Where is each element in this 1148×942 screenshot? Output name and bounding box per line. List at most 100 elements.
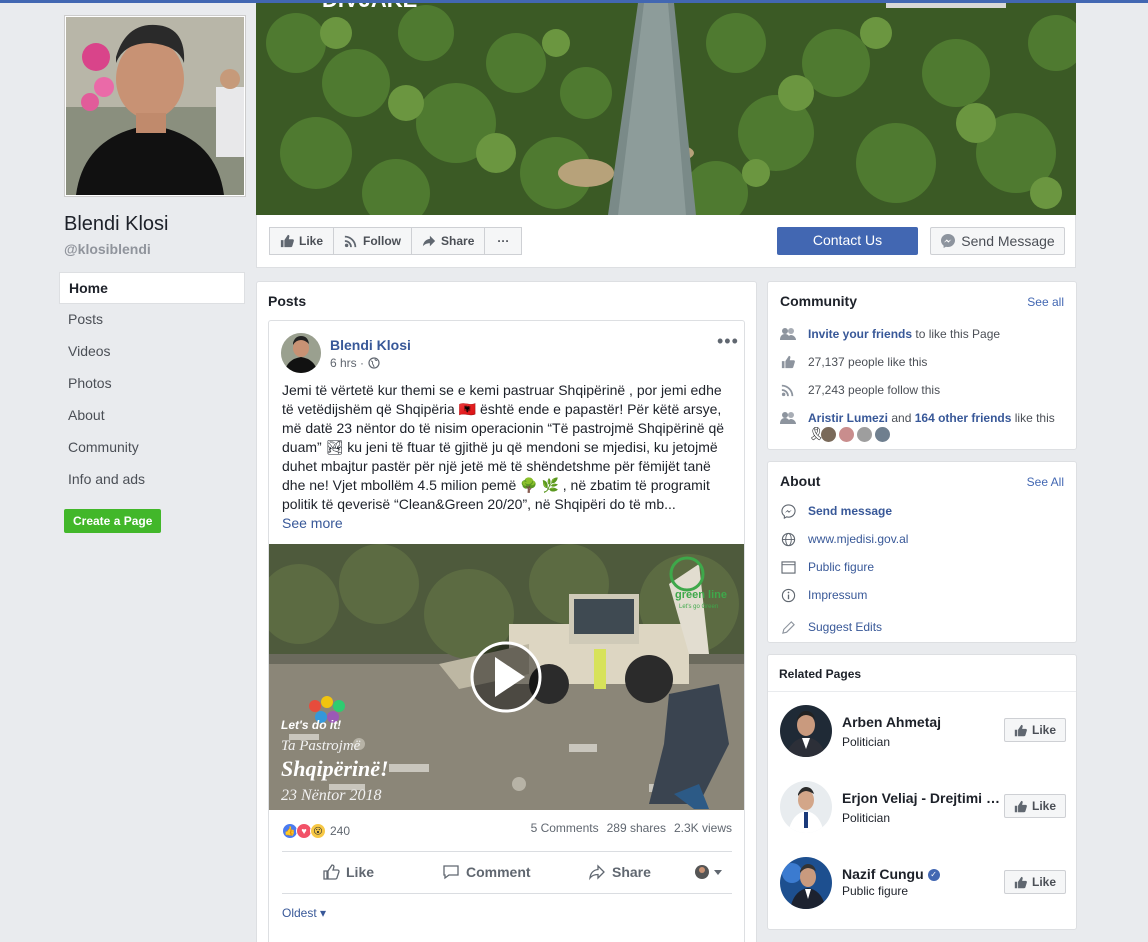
- post-body-text: Jemi të vërtetë kur themi se e kemi past…: [282, 382, 725, 512]
- related-page-avatar[interactable]: [780, 857, 832, 909]
- comment-bubble-icon: [443, 865, 459, 880]
- post-video[interactable]: green line Let's go Green Let's do it! T…: [269, 544, 744, 810]
- nav-item-posts[interactable]: Posts: [59, 304, 245, 336]
- about-send-message-link[interactable]: Send message: [808, 504, 892, 518]
- info-icon: [780, 587, 796, 603]
- related-page-name[interactable]: Nazif Cungu ✓: [842, 866, 940, 882]
- related-page-name[interactable]: Arben Ahmetaj: [842, 714, 941, 730]
- suggest-edits-link[interactable]: Suggest Edits: [808, 620, 882, 634]
- post-author-avatar[interactable]: [281, 333, 321, 373]
- video-overlay-line3: 23 Nëntor 2018: [281, 787, 381, 804]
- related-page-name[interactable]: Erjon Veliaj - Drejtimi i Ri: [842, 790, 1002, 806]
- related-page-like-label: Like: [1031, 875, 1056, 889]
- friends-and-text: and: [888, 411, 915, 425]
- related-page-item: Erjon Veliaj - Drejtimi i Ri Politician …: [780, 781, 1066, 833]
- see-more-link[interactable]: See more: [282, 515, 343, 531]
- post-comment-button[interactable]: Comment: [442, 863, 531, 881]
- globe-icon: [780, 531, 796, 547]
- page-name[interactable]: Blendi Klosi: [64, 213, 169, 236]
- related-page-like-button[interactable]: Like: [1004, 718, 1066, 742]
- video-lets-do-it-text: Let's do it!: [281, 718, 341, 732]
- reaction-icons[interactable]: 👍 ♥ 😮: [282, 823, 326, 839]
- nav-item-videos[interactable]: Videos: [59, 336, 245, 368]
- video-thumbnail: green line Let's go Green Let's do it! T…: [269, 544, 744, 810]
- cover-title-text: DIVJAKE: [322, 3, 417, 12]
- comment-sort-dropdown[interactable]: Oldest ▾: [282, 906, 326, 920]
- thumbs-up-icon: [1014, 876, 1027, 888]
- comments-count[interactable]: 5 Comments: [531, 821, 599, 835]
- follows-row: 27,243 people follow this: [780, 382, 940, 398]
- invite-friends-row: Invite your friends to like this Page: [780, 326, 1000, 342]
- impressum-row: Impressum: [780, 587, 867, 603]
- website-link[interactable]: www.mjedisi.gov.al: [808, 532, 908, 546]
- page-share-label: Share: [441, 234, 475, 248]
- related-page-category: Politician: [842, 811, 891, 825]
- contact-us-button[interactable]: Contact Us: [777, 227, 918, 255]
- posts-section: Posts Blendi Klosi 6 hrs · ••• Jemi të v…: [256, 281, 757, 942]
- divider: [768, 691, 1076, 692]
- friend-avatar[interactable]: [839, 427, 854, 442]
- verified-badge-icon: ✓: [927, 869, 940, 882]
- about-box: About See All Send message www.mjedisi.g…: [767, 461, 1077, 643]
- page-more-button[interactable]: ···: [484, 227, 523, 255]
- pencil-icon: [780, 619, 796, 635]
- messenger-icon: [780, 503, 796, 519]
- related-page-like-label: Like: [1031, 799, 1056, 813]
- page-like-label: Like: [299, 234, 324, 248]
- globe-icon: [368, 357, 380, 369]
- post-actions: Like Comment Share: [282, 853, 732, 891]
- likes-count-text: 27,137 people like this: [808, 355, 928, 369]
- post-share-button[interactable]: Share: [588, 863, 651, 881]
- other-friends-link[interactable]: 164 other friends: [915, 411, 1012, 425]
- flag-category-icon: [780, 559, 796, 575]
- reaction-summary: 👍 ♥ 😮 240 5 Comments 289 shares 2.3K vie…: [282, 821, 732, 841]
- nav-item-community[interactable]: Community: [59, 432, 245, 464]
- messenger-icon: [941, 234, 956, 248]
- nav-item-about[interactable]: About: [59, 400, 245, 432]
- related-page-like-button[interactable]: Like: [1004, 794, 1066, 818]
- friend-avatar[interactable]: [875, 427, 890, 442]
- nav-item-home[interactable]: Home: [59, 272, 245, 304]
- category-row: Public figure: [780, 559, 874, 575]
- page-handle[interactable]: @klosiblendi: [64, 241, 151, 257]
- nav-item-info-and-ads[interactable]: Info and ads: [59, 464, 245, 496]
- friends-like-row: Aristir Lumezi and 164 other friends lik…: [780, 410, 1055, 426]
- shares-count[interactable]: 289 shares: [607, 821, 666, 835]
- cover-photo[interactable]: DIVJAKE: [256, 3, 1076, 215]
- about-see-all-link[interactable]: See All: [1027, 475, 1064, 489]
- page-follow-button[interactable]: Follow: [333, 227, 413, 255]
- page-like-button[interactable]: Like: [269, 227, 335, 255]
- invite-friends-link[interactable]: Invite your friends: [808, 327, 912, 341]
- related-page-name-text: Nazif Cungu: [842, 866, 924, 882]
- related-page-avatar[interactable]: [780, 781, 832, 833]
- impressum-link[interactable]: Impressum: [808, 588, 867, 602]
- post-timestamp[interactable]: 6 hrs ·: [330, 356, 380, 370]
- send-message-label: Send Message: [961, 233, 1055, 249]
- post-as-selector[interactable]: [694, 864, 730, 880]
- post-like-label: Like: [346, 864, 375, 880]
- friend-avatar[interactable]: [857, 427, 872, 442]
- divider: [282, 893, 732, 894]
- cover-image: DIVJAKE: [256, 3, 1076, 215]
- community-see-all-link[interactable]: See all: [1027, 295, 1064, 309]
- nav-item-photos[interactable]: Photos: [59, 368, 245, 400]
- related-page-like-button[interactable]: Like: [1004, 870, 1066, 894]
- share-outline-icon: [589, 864, 605, 881]
- post-options-icon[interactable]: •••: [717, 332, 739, 350]
- reaction-count[interactable]: 240: [330, 824, 350, 838]
- friend-avatar[interactable]: [821, 427, 836, 442]
- friend-name-link[interactable]: Aristir Lumezi: [808, 411, 888, 425]
- profile-picture[interactable]: [64, 15, 246, 197]
- category-link[interactable]: Public figure: [808, 560, 874, 574]
- post-author-name[interactable]: Blendi Klosi: [330, 337, 411, 353]
- create-page-button[interactable]: Create a Page: [64, 509, 162, 533]
- page-share-button[interactable]: Share: [411, 227, 486, 255]
- related-page-avatar[interactable]: [780, 705, 832, 757]
- post-like-button[interactable]: Like: [322, 863, 374, 881]
- friends-icon: [780, 326, 796, 342]
- website-row: www.mjedisi.gov.al: [780, 531, 908, 547]
- page-follow-label: Follow: [363, 234, 402, 248]
- friend-avatars: 🎗: [808, 427, 890, 442]
- friends-like-this-text: like this: [1011, 411, 1055, 425]
- send-message-button[interactable]: Send Message: [930, 227, 1065, 255]
